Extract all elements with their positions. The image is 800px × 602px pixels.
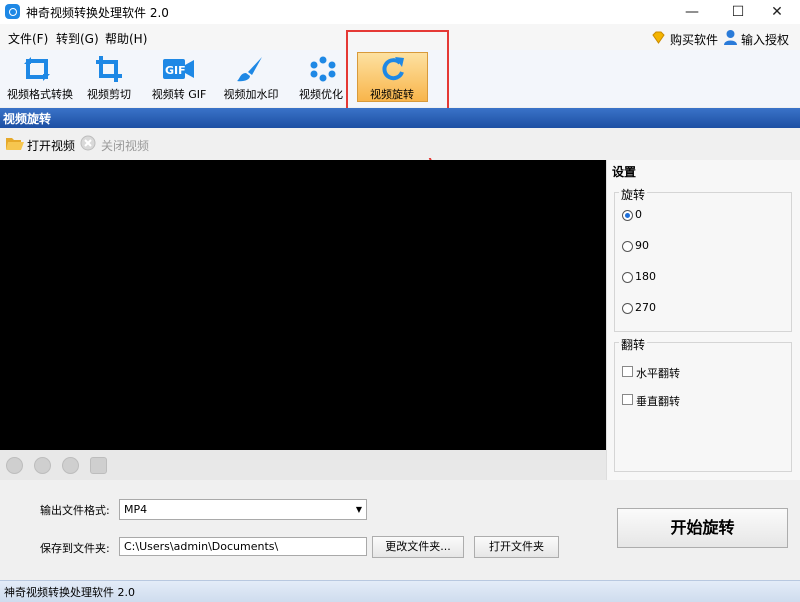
- rotate-option-270-label[interactable]: 270: [635, 301, 656, 314]
- tool-video-optimize-label[interactable]: 视频优化: [296, 86, 346, 102]
- rotate-radio-180[interactable]: [622, 272, 633, 283]
- rotate-radio-90[interactable]: [622, 241, 633, 252]
- flip-vertical-checkbox[interactable]: [622, 394, 633, 405]
- crop-icon[interactable]: [94, 55, 124, 83]
- format-select[interactable]: MP4 ▼: [119, 499, 367, 520]
- open-video-button[interactable]: 打开视频: [27, 137, 75, 154]
- open-folder-button[interactable]: 打开文件夹: [474, 536, 559, 558]
- buy-software-link[interactable]: 购买软件: [670, 31, 718, 48]
- stop-icon[interactable]: [6, 457, 23, 474]
- optimize-icon[interactable]: [308, 55, 338, 83]
- svg-text:GIF: GIF: [165, 64, 186, 77]
- start-rotate-button[interactable]: 开始旋转: [617, 508, 788, 548]
- rotate-radio-0[interactable]: [622, 210, 633, 221]
- section-header: [0, 108, 800, 128]
- tool-video-watermark-label[interactable]: 视频加水印: [220, 86, 282, 102]
- rotate-option-90-label[interactable]: 90: [635, 239, 649, 252]
- menu-file[interactable]: 文件(F): [8, 30, 48, 47]
- format-value: MP4: [124, 503, 148, 516]
- diamond-icon[interactable]: [651, 30, 666, 45]
- app-logo-icon: [5, 4, 20, 19]
- close-video-button[interactable]: 关闭视频: [101, 137, 149, 154]
- tool-video-cut-label[interactable]: 视频剪切: [82, 86, 136, 102]
- folder-label: 保存到文件夹:: [40, 542, 110, 555]
- folder-path-input[interactable]: C:\Users\admin\Documents\: [119, 537, 367, 556]
- brush-icon[interactable]: [235, 55, 265, 83]
- convert-icon[interactable]: [22, 55, 52, 83]
- gif-icon[interactable]: GIF: [163, 55, 194, 83]
- rotate-option-0-label[interactable]: 0: [635, 208, 642, 221]
- window-title: 神奇视频转换处理软件 2.0: [26, 6, 169, 20]
- chevron-down-icon: ▼: [355, 505, 362, 514]
- rotate-group-title: 旋转: [619, 186, 648, 203]
- rotate-radio-270[interactable]: [622, 303, 633, 314]
- rotate-option-180-label[interactable]: 180: [635, 270, 656, 283]
- fast-forward-icon[interactable]: [62, 457, 79, 474]
- minimize-button[interactable]: —: [669, 0, 715, 24]
- status-text: 神奇视频转换处理软件 2.0: [4, 586, 135, 599]
- tool-video-convert-label[interactable]: 视频格式转换: [5, 86, 75, 102]
- section-title: 视频旋转: [3, 112, 52, 126]
- menu-goto[interactable]: 转到(G): [56, 30, 99, 47]
- menu-help[interactable]: 帮助(H): [105, 30, 147, 47]
- flip-group-title: 翻转: [619, 336, 648, 353]
- rewind-icon[interactable]: [34, 457, 51, 474]
- flip-horizontal-label[interactable]: 水平翻转: [636, 365, 680, 381]
- tool-video-gif-label[interactable]: 视频转 GIF: [149, 86, 209, 102]
- folder-open-icon[interactable]: [5, 135, 24, 151]
- settings-title: 设置: [612, 165, 637, 179]
- close-video-icon: [80, 135, 96, 151]
- flip-vertical-label[interactable]: 垂直翻转: [636, 393, 680, 409]
- video-preview: [0, 160, 606, 450]
- snapshot-icon[interactable]: [90, 457, 107, 474]
- format-label: 输出文件格式:: [40, 504, 110, 517]
- close-button[interactable]: ✕: [754, 0, 800, 24]
- flip-horizontal-checkbox[interactable]: [622, 366, 633, 377]
- change-folder-button[interactable]: 更改文件夹...: [372, 536, 464, 558]
- user-icon[interactable]: [723, 29, 738, 45]
